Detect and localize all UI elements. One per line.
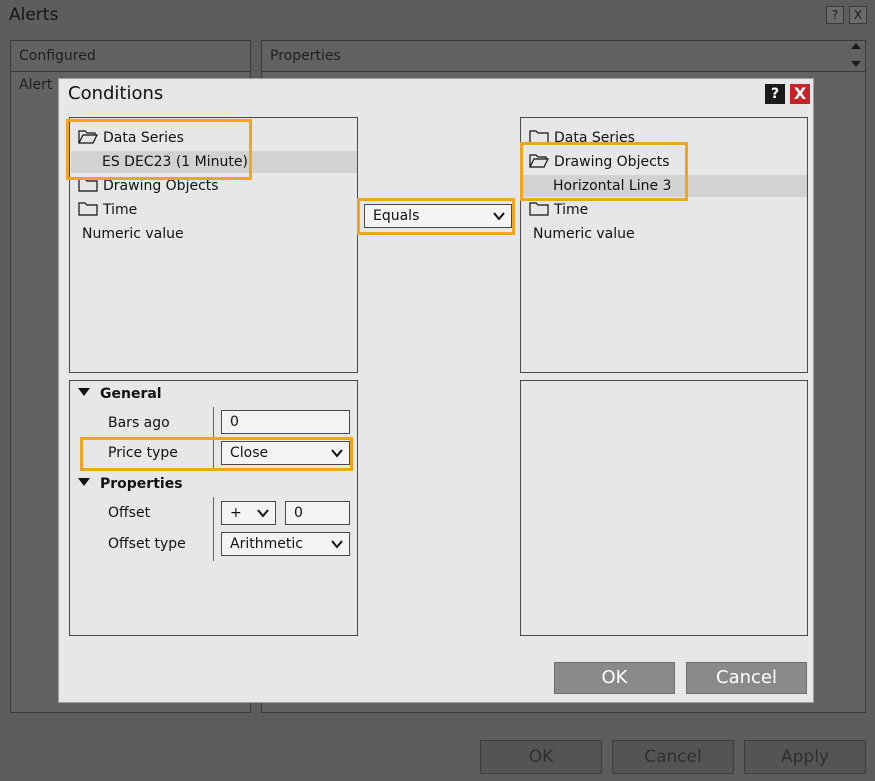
dialog-close-button[interactable]: X <box>790 84 810 104</box>
bars-ago-label: Bars ago <box>108 415 170 431</box>
properties-header: Properties <box>262 41 865 72</box>
properties-scroll-up-icon[interactable] <box>851 43 861 49</box>
alerts-window-title: Alerts <box>9 5 59 25</box>
dialog-help-button[interactable]: ? <box>765 84 785 104</box>
tree-item-label: Time <box>554 202 589 218</box>
offset-type-value: Arithmetic <box>230 536 303 552</box>
offset-value-input[interactable]: 0 <box>285 501 350 525</box>
offset-value: 0 <box>294 505 303 521</box>
properties-scroll-down-icon[interactable] <box>851 61 861 67</box>
offset-type-label: Offset type <box>108 536 186 552</box>
alerts-ok-button[interactable]: OK <box>480 740 602 774</box>
alerts-close-button[interactable]: X <box>849 6 867 24</box>
right-tree-item-time[interactable]: Time <box>529 199 588 221</box>
offset-type-select[interactable]: Arithmetic <box>221 532 350 556</box>
offset-sign-select[interactable]: + <box>221 501 276 525</box>
configured-header: Configured <box>11 41 250 72</box>
alerts-help-button[interactable]: ? <box>826 6 844 24</box>
folder-icon <box>78 178 98 192</box>
right-tree-item-numeric-value[interactable]: Numeric value <box>533 223 635 245</box>
collapse-triangle-icon <box>78 388 90 396</box>
tree-item-label: Numeric value <box>82 226 184 242</box>
left-tree-item-numeric-value[interactable]: Numeric value <box>82 223 184 245</box>
tree-item-label: Time <box>103 202 138 218</box>
highlight-operator <box>357 198 515 235</box>
general-section-label: General <box>100 386 162 402</box>
chevron-down-icon <box>257 509 269 518</box>
dialog-cancel-button[interactable]: Cancel <box>686 662 807 694</box>
bars-ago-input[interactable]: 0 <box>221 410 350 434</box>
alerts-apply-button[interactable]: Apply <box>744 740 866 774</box>
left-tree-item-time[interactable]: Time <box>78 199 137 221</box>
general-section-header[interactable]: General <box>78 386 162 402</box>
highlight-left-series <box>66 119 252 180</box>
offset-sign-value: + <box>230 505 242 521</box>
highlight-price-type <box>80 437 353 471</box>
tree-item-label: Drawing Objects <box>103 178 219 194</box>
offset-label: Offset <box>108 505 151 521</box>
left-property-grid: General Bars ago 0 Price type Close Prop… <box>69 380 358 636</box>
conditions-dialog-title: Conditions <box>68 83 164 104</box>
grid-divider <box>213 497 214 561</box>
properties-section-label: Properties <box>100 476 183 492</box>
folder-icon <box>529 202 549 216</box>
highlight-right-drawing-objects <box>520 142 688 201</box>
conditions-dialog: Conditions ? X Data Series ES DEC23 (1 M… <box>58 78 814 703</box>
right-property-grid <box>520 380 808 636</box>
tree-item-label: Numeric value <box>533 226 635 242</box>
bars-ago-value: 0 <box>230 414 239 430</box>
dialog-ok-button[interactable]: OK <box>554 662 675 694</box>
collapse-triangle-icon <box>78 478 90 486</box>
alerts-cancel-button[interactable]: Cancel <box>612 740 734 774</box>
folder-icon <box>78 202 98 216</box>
properties-section-header[interactable]: Properties <box>78 476 183 492</box>
chevron-down-icon <box>331 540 343 549</box>
configured-alert-item[interactable]: Alert <box>19 77 52 93</box>
